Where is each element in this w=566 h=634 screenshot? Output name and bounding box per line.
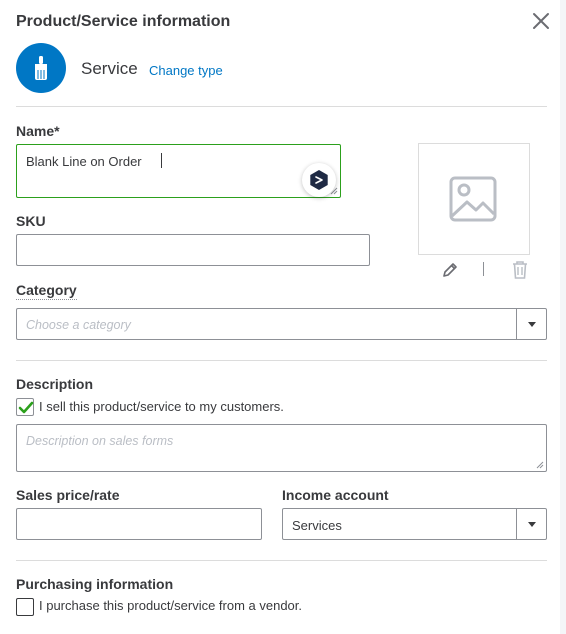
purchase-checkbox[interactable]: [16, 598, 34, 616]
sell-checkbox-label[interactable]: I sell this product/service to my custom…: [39, 399, 284, 414]
panel-title: Product/Service information: [16, 13, 231, 30]
divider: [16, 560, 547, 561]
category-placeholder: Choose a category: [26, 318, 131, 332]
assistant-button[interactable]: [302, 163, 336, 197]
paintbrush-icon: [35, 56, 47, 80]
item-type-name: Service: [81, 59, 138, 78]
income-account-select[interactable]: Services: [282, 508, 547, 540]
description-label: Description: [16, 376, 94, 392]
sales-description-textarea[interactable]: Description on sales forms: [16, 424, 547, 472]
scrollbar-track[interactable]: [560, 0, 566, 634]
sku-label: SKU: [16, 213, 46, 229]
close-icon[interactable]: [530, 10, 552, 32]
divider: [16, 360, 547, 361]
sales-price-input[interactable]: [16, 508, 262, 540]
name-label: Name*: [16, 123, 60, 139]
purchase-checkbox-label[interactable]: I purchase this product/service from a v…: [39, 598, 302, 613]
divider: [16, 106, 547, 107]
pencil-icon: [443, 263, 457, 277]
assistant-icon: [310, 170, 328, 190]
sell-checkbox[interactable]: [16, 398, 34, 416]
image-placeholder-icon: [449, 176, 497, 222]
trash-icon: [513, 261, 527, 279]
change-type-link[interactable]: Change type: [149, 63, 223, 78]
sku-input[interactable]: [16, 234, 370, 266]
sales-price-label: Sales price/rate: [16, 487, 120, 503]
income-account-value: Services: [292, 518, 342, 533]
toolbar-separator: [483, 262, 484, 276]
sales-description-placeholder: Description on sales forms: [26, 434, 174, 448]
item-image-box[interactable]: [418, 143, 530, 255]
chevron-down-icon[interactable]: [516, 309, 546, 339]
purchasing-label: Purchasing information: [16, 576, 174, 592]
resize-handle-icon[interactable]: [536, 461, 544, 469]
delete-image-button[interactable]: [511, 260, 529, 285]
service-type-badge: [16, 43, 66, 93]
category-label[interactable]: Category: [16, 282, 77, 300]
category-select[interactable]: Choose a category: [16, 308, 547, 340]
chevron-down-icon[interactable]: [516, 509, 546, 539]
product-service-panel: Product/Service information Service Chan…: [0, 0, 561, 634]
name-value: Blank Line on Order: [26, 154, 142, 169]
edit-image-button[interactable]: [441, 261, 459, 284]
checkmark-icon: [18, 401, 34, 414]
income-account-label: Income account: [282, 487, 389, 503]
name-field[interactable]: Blank Line on Order: [16, 144, 341, 198]
text-caret: [161, 153, 162, 168]
